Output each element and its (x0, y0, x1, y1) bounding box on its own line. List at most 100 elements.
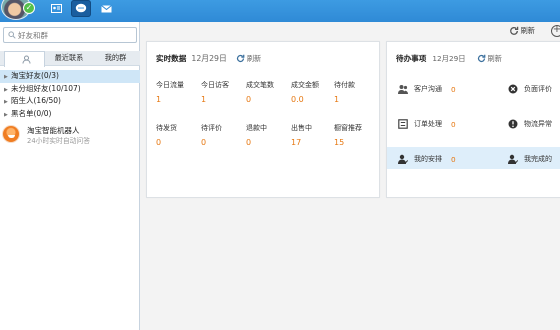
refresh-icon (509, 26, 518, 35)
search-box[interactable] (3, 27, 137, 43)
group-label: 陌生人(16/50) (11, 96, 61, 105)
todo-label: 物流异常 (524, 120, 552, 128)
stat-value: 0 (246, 138, 252, 147)
todo-order-processing[interactable]: 订单处理 0 (398, 114, 456, 134)
stat-value: 0 (156, 138, 162, 147)
realtime-title: 实时数据 (156, 54, 187, 63)
stat-pending-shipment[interactable]: 待发货 0 (156, 123, 201, 147)
stat-label: 今日流量 (156, 81, 184, 89)
realtime-refresh-button[interactable]: 刷新 (236, 54, 261, 64)
stat-label: 橱窗推荐 (334, 124, 362, 132)
todo-label: 客户沟通 (414, 85, 442, 93)
todo-header: 待办事项 12月29日 刷新 (396, 53, 502, 64)
contacts-tab[interactable] (46, 0, 66, 17)
group-item-strangers[interactable]: ▶ 陌生人(16/50) (0, 95, 140, 108)
stat-label: 待评价 (201, 124, 222, 132)
realtime-date: 12月29日 (191, 54, 227, 63)
realtime-data-card: 实时数据 12月29日 刷新 今日流量 1 今日访客 1 成交笔数 0 成交金额 0.0… (146, 41, 380, 198)
stat-label: 退款中 (246, 124, 267, 132)
robot-subtitle: 24小时实时自动问答 (27, 137, 91, 145)
todo-card: 待办事项 12月29日 刷新 客户沟通 0 负面评价 订单处理 0 物流异常 我… (386, 41, 560, 198)
todo-logistics-exception[interactable]: 物流异常 (508, 114, 552, 134)
todo-date: 12月29日 (432, 53, 466, 63)
stat-pending-review[interactable]: 待评价 0 (201, 123, 246, 147)
my-done-icon (508, 154, 518, 164)
group-label: 未分组好友(10/107) (11, 83, 81, 93)
stat-label: 出售中 (291, 124, 312, 132)
realtime-refresh-label: 刷新 (246, 53, 262, 63)
stat-value: 1 (334, 95, 340, 104)
stat-label: 成交笔数 (246, 81, 274, 89)
expand-arrow-icon: ▶ (4, 111, 8, 118)
stat-label: 今日访客 (201, 81, 229, 89)
todo-label: 我的安排 (414, 155, 442, 163)
realtime-header: 实时数据 12月29日 刷新 (156, 53, 261, 64)
stat-deal-count[interactable]: 成交笔数 0 (246, 80, 291, 104)
contacts-sidebar: 最近联系 我的群 ▶淘宝好友(0/3) ▶未分组好友(10/107) ▶陌生人(… (0, 22, 140, 330)
todo-customer-chat[interactable]: 客户沟通 0 (398, 79, 456, 99)
search-icon (8, 31, 16, 39)
chat-tab[interactable] (71, 0, 91, 17)
order-icon (398, 119, 408, 129)
tab-friends[interactable] (4, 51, 45, 67)
stat-today-traffic[interactable]: 今日流量 1 (156, 80, 201, 104)
envelope-icon (100, 4, 112, 12)
robot-contact[interactable]: 淘宝智能机器人 24小时实时自动问答 (0, 123, 140, 145)
stat-label: 成交金额 (291, 81, 319, 89)
online-status-icon: ✓ (23, 2, 35, 14)
logistics-icon (508, 119, 518, 129)
tab-recent[interactable]: 最近联系 (47, 51, 91, 66)
todo-refresh-button[interactable]: 刷新 (477, 54, 502, 64)
negative-review-icon (508, 84, 518, 94)
todo-my-schedule[interactable]: 我的安排 0 (398, 149, 456, 169)
tab-groups[interactable]: 我的群 (93, 51, 138, 66)
todo-count: 0 (451, 84, 456, 94)
todo-negative-review[interactable]: 负面评价 (508, 79, 552, 99)
group-label: 黑名单(0/0) (11, 108, 52, 118)
group-item-ungrouped[interactable]: ▶ 未分组好友(10/107) (0, 83, 140, 96)
stat-pending-payment[interactable]: 待付款 1 (334, 80, 379, 104)
group-item-taobao[interactable]: ▶ 淘宝好友(0/3) (0, 70, 140, 83)
todo-title: 待办事项 (396, 54, 427, 63)
stat-showcase[interactable]: 橱窗推荐 15 (334, 123, 379, 147)
person-icon (22, 55, 31, 64)
stat-value: 17 (291, 138, 302, 147)
refresh-icon (236, 54, 245, 63)
customer-icon (398, 85, 408, 94)
stat-refunding[interactable]: 退款中 0 (246, 123, 291, 147)
todo-my-completed[interactable]: 我完成的 (508, 149, 552, 169)
mail-tab[interactable] (96, 0, 116, 17)
todo-label: 订单处理 (414, 120, 442, 128)
search-input[interactable] (18, 29, 134, 41)
todo-label: 负面评价 (524, 85, 552, 93)
my-schedule-icon (398, 154, 408, 164)
robot-avatar (2, 125, 20, 143)
group-list: ▶ 淘宝好友(0/3) ▶ 未分组好友(10/107) ▶ 陌生人(16/50) ▶ 黑… (0, 70, 140, 120)
refresh-label: 刷新 (520, 26, 535, 35)
chat-bubble-icon (75, 3, 87, 13)
stat-today-visitors[interactable]: 今日访客 1 (201, 80, 246, 104)
contact-tabs: 最近联系 我的群 (0, 51, 140, 67)
stat-deal-amount[interactable]: 成交金额 0.0 (291, 80, 336, 104)
title-bar: ✓ (0, 0, 560, 22)
todo-count: 0 (451, 154, 456, 164)
workbench: 刷新 + 实时数据 12月29日 刷新 今日流量 1 今日访客 1 成交笔数 0 成交… (140, 22, 560, 330)
stat-value: 15 (334, 138, 345, 147)
group-label: 淘宝好友(0/3) (11, 71, 59, 80)
stat-value: 0 (201, 138, 207, 147)
contact-card-icon (50, 4, 62, 13)
stat-value: 1 (156, 95, 162, 104)
stat-label: 待付款 (334, 81, 355, 89)
stat-value: 1 (201, 95, 207, 104)
todo-count: 0 (451, 119, 456, 129)
stat-value: 0.0 (291, 95, 304, 104)
stat-value: 0 (246, 95, 252, 104)
refresh-button[interactable]: 刷新 (509, 26, 535, 36)
todo-refresh-label: 刷新 (487, 53, 502, 63)
add-icon[interactable]: + (551, 25, 560, 37)
stat-label: 待发货 (156, 124, 177, 132)
refresh-icon (477, 54, 485, 63)
group-item-blacklist[interactable]: ▶ 黑名单(0/0) (0, 108, 140, 121)
todo-label: 我完成的 (524, 155, 552, 163)
stat-on-sale[interactable]: 出售中 17 (291, 123, 336, 147)
